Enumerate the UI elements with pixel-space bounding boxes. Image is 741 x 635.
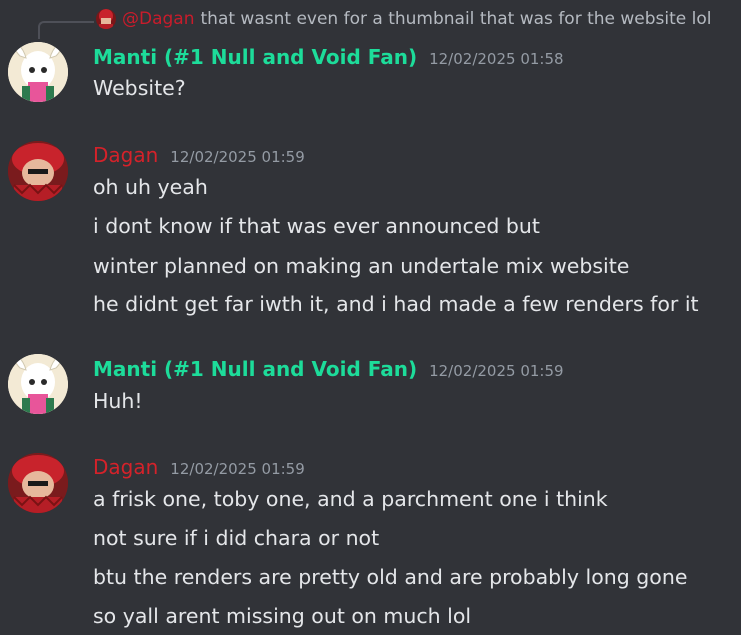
- avatar[interactable]: [8, 42, 68, 102]
- author-name[interactable]: Manti (#1 Null and Void Fan): [93, 357, 417, 381]
- message-header: Dagan 12/02/2025 01:59: [93, 452, 305, 482]
- author-name[interactable]: Manti (#1 Null and Void Fan): [93, 45, 417, 69]
- author-name[interactable]: Dagan: [93, 455, 158, 479]
- message-line: btu the renders are pretty old and are p…: [93, 565, 688, 589]
- message-line: not sure if i did chara or not: [93, 526, 380, 550]
- timestamp[interactable]: 12/02/2025 01:59: [170, 148, 304, 166]
- message-line: so yall arent missing out on much lol: [93, 604, 472, 628]
- avatar[interactable]: [8, 354, 68, 414]
- avatar[interactable]: [8, 141, 68, 201]
- timestamp[interactable]: 12/02/2025 01:59: [429, 362, 563, 380]
- message-header: Manti (#1 Null and Void Fan) 12/02/2025 0…: [93, 354, 564, 384]
- message-line: oh uh yeah: [93, 175, 208, 199]
- message-line: Website?: [93, 76, 186, 100]
- message-line: he didnt get far iwth it, and i had made…: [93, 292, 699, 316]
- message-header: Dagan 12/02/2025 01:59: [93, 140, 305, 170]
- message-header: Manti (#1 Null and Void Fan) 12/02/2025 0…: [93, 42, 564, 72]
- message-line: winter planned on making an undertale mi…: [93, 254, 630, 278]
- reply-text: that wasnt even for a thumbnail that was…: [200, 9, 712, 29]
- message-line: i dont know if that was ever announced b…: [93, 214, 540, 238]
- reply-connector: [38, 21, 94, 39]
- message-line: Huh!: [93, 389, 143, 413]
- author-name[interactable]: Dagan: [93, 143, 158, 167]
- timestamp[interactable]: 12/02/2025 01:59: [170, 460, 304, 478]
- reply-avatar[interactable]: [96, 9, 116, 29]
- reply-mention[interactable]: @Dagan: [122, 9, 195, 29]
- message-line: a frisk one, toby one, and a parchment o…: [93, 487, 608, 511]
- avatar[interactable]: [8, 453, 68, 513]
- reply-preview[interactable]: @Dagan that wasnt even for a thumbnail th…: [122, 8, 741, 30]
- timestamp[interactable]: 12/02/2025 01:58: [429, 50, 563, 68]
